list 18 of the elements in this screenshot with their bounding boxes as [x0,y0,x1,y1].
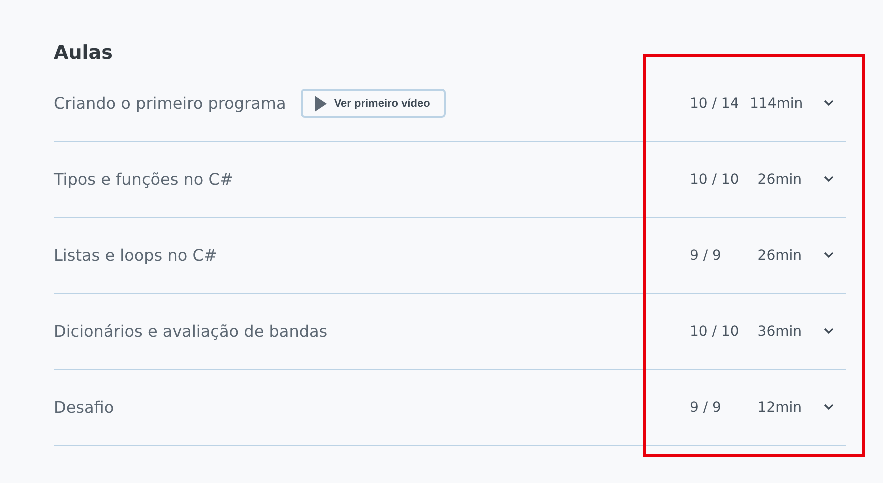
lesson-title: Listas e loops no C# [54,246,218,265]
chevron-down-icon[interactable] [824,328,834,335]
lesson-title: Dicionários e avaliação de bandas [54,322,328,341]
lesson-duration: 26min [756,172,802,188]
lesson-title: Criando o primeiro programa [54,94,286,113]
chevron-down-icon[interactable] [824,100,834,107]
lesson-duration: 26min [756,248,802,264]
lesson-duration: 36min [756,324,802,340]
watch-video-button[interactable]: Ver primeiro vídeo [301,89,446,118]
lesson-duration: 114min [750,96,802,112]
section-title: Aulas [54,42,114,66]
lesson-title: Desafio [54,398,114,417]
chevron-down-icon[interactable] [824,176,834,183]
chevron-down-icon[interactable] [824,404,834,411]
play-icon [315,96,328,112]
lesson-title: Tipos e funções no C# [54,170,234,189]
chevron-down-icon[interactable] [824,252,834,259]
lesson-duration: 12min [756,400,802,416]
